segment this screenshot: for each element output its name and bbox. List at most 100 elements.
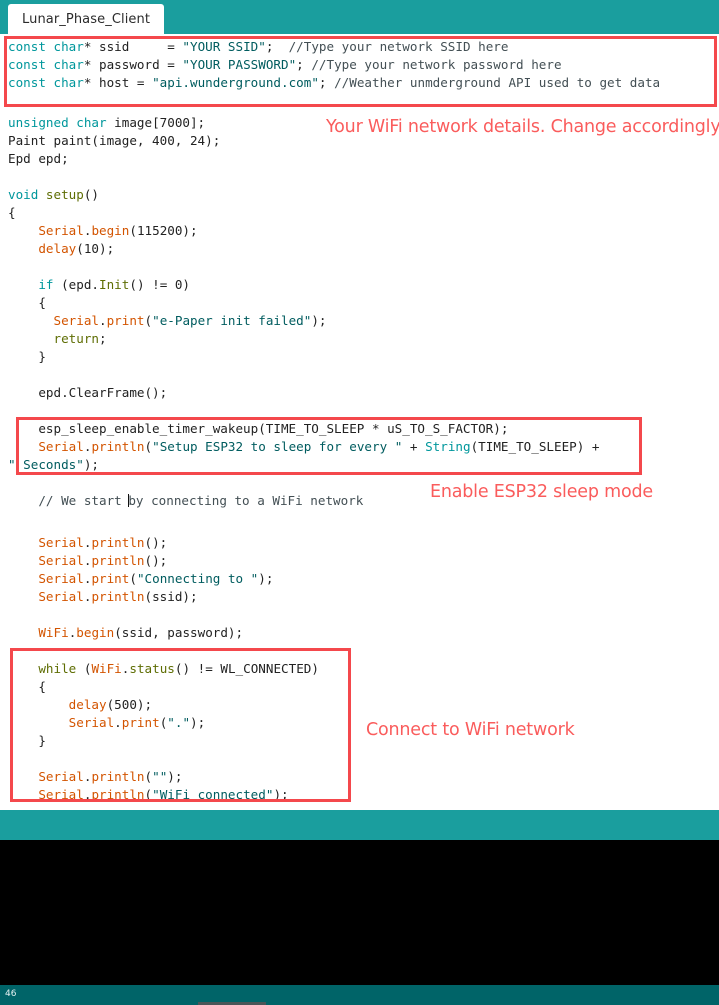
code-token: Serial [38,535,84,550]
code-token: Serial [38,787,84,802]
code-token: * password = [83,57,183,72]
code-token: println [91,535,145,550]
code-token: ( [144,769,153,784]
code-token: Serial [38,553,84,568]
code-token: . [114,715,122,730]
code-token: //Weather unmderground API used to get d… [334,75,661,90]
code-token: char [53,75,84,90]
code-line: void setup() [8,186,99,204]
code-token: println [91,439,145,454]
code-token: return [53,331,100,346]
code-token: Serial [38,571,84,586]
code-token: } [8,733,46,748]
code-token: " Seconds" [8,457,84,472]
status-bar: 46 [0,985,719,1002]
code-token: ); [83,457,99,472]
arduino-ide-window: Lunar_Phase_Client const char * ssid = "Y… [0,0,719,1005]
editor-console-divider [0,810,719,840]
code-token: while [38,661,77,676]
code-token: "e-Paper init failed" [152,313,312,328]
console-output-panel[interactable] [0,840,719,985]
code-token: delay [68,697,107,712]
code-token: unsigned char [8,115,115,130]
code-token: () != 0) [129,277,191,292]
code-line: while (WiFi.status() != WL_CONNECTED) [8,660,319,678]
code-token: char [53,57,84,72]
code-token: //Type your network password here [311,57,562,72]
code-token: + [402,439,426,454]
code-line: epd.ClearFrame(); [8,384,167,402]
code-token: (); [144,535,168,550]
code-token: { [8,205,16,220]
code-token: ; [265,39,289,54]
code-token: Serial [38,769,84,784]
code-line: " Seconds"); [8,456,99,474]
editor-tab-strip: Lunar_Phase_Client [0,0,719,34]
code-token: (ssid, password); [114,625,244,640]
code-token: ( [129,571,137,586]
code-token: ); [167,769,183,784]
code-token: ( [144,313,153,328]
code-token: "Connecting to " [136,571,259,586]
code-token: begin [91,223,130,238]
code-line: Serial.println(); [8,534,167,552]
code-token: ( [144,439,153,454]
code-token: println [91,589,145,604]
code-token: print [91,571,130,586]
code-token: //Type your network SSID here [288,39,509,54]
code-token: println [91,553,145,568]
code-token: * host = [83,75,153,90]
code-line: Epd epd; [8,150,69,168]
code-token: ( [76,661,92,676]
code-editor-area[interactable]: const char * ssid = "YOUR SSID"; //Type y… [0,34,719,810]
code-line: Serial.begin(115200); [8,222,198,240]
code-token: * ssid = [83,39,183,54]
code-token: "YOUR SSID" [182,39,266,54]
code-line: Serial.println("WiFi connected"); [8,786,288,804]
code-line: // We start by connecting to a WiFi netw… [8,492,363,510]
code-token: (115200); [129,223,198,238]
sketch-tab-label: Lunar_Phase_Client [22,11,151,27]
code-line: const char* host = "api.wunderground.com… [8,74,660,92]
code-line: unsigned char image[7000]; [8,114,205,132]
code-line: const char* ssid = "YOUR SSID"; //Type y… [8,38,508,56]
code-token: by connecting to a WiFi network [128,493,364,508]
code-token: (ssid); [144,589,198,604]
source-code-text[interactable]: const char * ssid = "YOUR SSID"; //Type y… [0,34,719,810]
code-token: "YOUR PASSWORD" [182,57,297,72]
code-line: const char* password = "YOUR PASSWORD"; … [8,56,562,74]
code-token: ); [190,715,206,730]
code-token: () != WL_CONNECTED) [174,661,319,676]
code-token: ); [311,313,327,328]
code-token: esp_sleep_enable_timer_wakeup(TIME_TO_SL… [8,421,509,436]
code-line: Serial.print("e-Paper init failed"); [8,312,327,330]
code-token: const [8,75,54,90]
code-token: // We start [8,493,130,508]
code-token: Init [99,277,130,292]
code-token: epd.ClearFrame(); [8,385,168,400]
code-token: Serial [38,589,84,604]
code-line: { [8,204,16,222]
code-token: setup [45,187,84,202]
code-token: Paint paint(image, 400, 24); [8,133,221,148]
code-token: Serial [38,223,84,238]
code-token: (epd. [53,277,100,292]
code-token: (500); [106,697,153,712]
code-token: { [8,679,46,694]
sketch-tab-lunar-phase-client[interactable]: Lunar_Phase_Client [8,4,165,34]
code-token: println [91,769,145,784]
code-token: image[7000]; [114,115,206,130]
code-token: println [91,787,145,802]
code-line: delay(10); [8,240,114,258]
code-token: ( [144,787,153,802]
code-line: } [8,732,46,750]
